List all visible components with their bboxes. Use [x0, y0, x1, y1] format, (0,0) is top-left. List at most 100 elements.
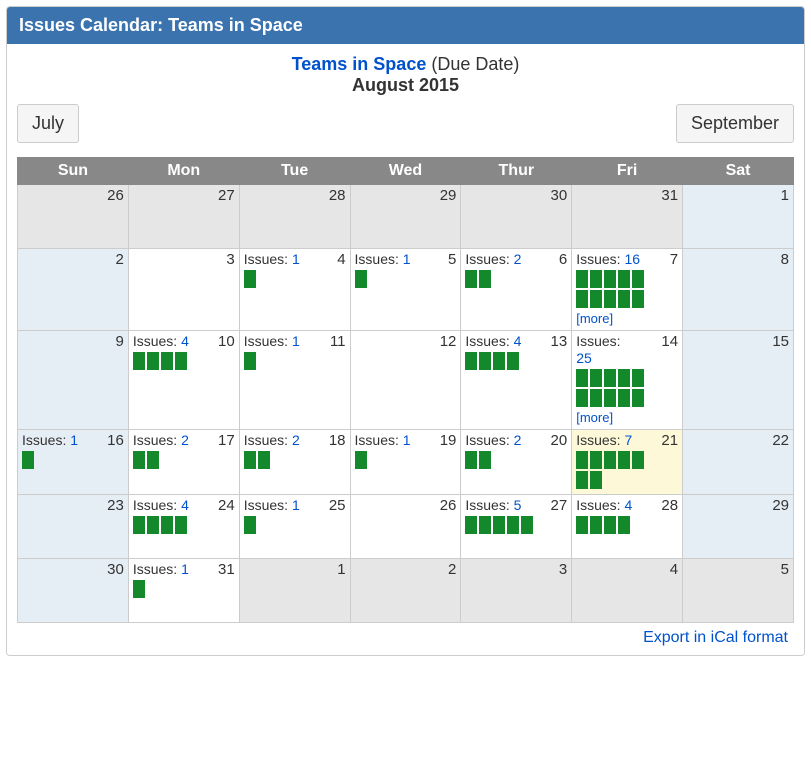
issue-block[interactable]	[590, 451, 602, 469]
calendar-cell[interactable]: Issues: 14	[239, 249, 350, 331]
calendar-cell[interactable]: 31	[572, 185, 683, 249]
issue-block[interactable]	[465, 451, 477, 469]
issues-count-link[interactable]: 1	[292, 251, 300, 267]
issue-block[interactable]	[590, 471, 602, 489]
issue-block[interactable]	[479, 270, 491, 288]
issue-block[interactable]	[507, 516, 519, 534]
issue-block[interactable]	[175, 516, 187, 534]
calendar-cell[interactable]: Issues: 218	[239, 430, 350, 495]
issue-block[interactable]	[576, 270, 588, 288]
issue-block[interactable]	[244, 270, 256, 288]
issue-block[interactable]	[133, 580, 145, 598]
issue-block[interactable]	[590, 270, 602, 288]
calendar-cell[interactable]: Issues: 527	[461, 495, 572, 559]
issue-block[interactable]	[618, 389, 630, 407]
issue-block[interactable]	[147, 352, 159, 370]
calendar-cell[interactable]: 27	[128, 185, 239, 249]
calendar-cell[interactable]: Issues: 167[more]	[572, 249, 683, 331]
issue-block[interactable]	[576, 290, 588, 308]
calendar-cell[interactable]: 30	[461, 185, 572, 249]
calendar-cell[interactable]: 26	[350, 495, 461, 559]
issue-block[interactable]	[576, 389, 588, 407]
calendar-cell[interactable]: 12	[350, 331, 461, 430]
issue-block[interactable]	[22, 451, 34, 469]
issues-count-link[interactable]: 1	[181, 561, 189, 577]
issue-block[interactable]	[632, 290, 644, 308]
calendar-cell[interactable]: Issues: 220	[461, 430, 572, 495]
issue-block[interactable]	[258, 451, 270, 469]
issue-block[interactable]	[493, 352, 505, 370]
issue-block[interactable]	[632, 389, 644, 407]
issues-count-link[interactable]: 7	[624, 432, 632, 448]
issue-block[interactable]	[161, 516, 173, 534]
issue-block[interactable]	[604, 369, 616, 387]
calendar-cell[interactable]: Issues: 424	[128, 495, 239, 559]
issues-count-link[interactable]: 4	[514, 333, 522, 349]
calendar-cell[interactable]: 29	[683, 495, 794, 559]
calendar-cell[interactable]: 2	[350, 559, 461, 623]
issues-count-link[interactable]: 1	[70, 432, 78, 448]
issue-block[interactable]	[479, 352, 491, 370]
issues-count-link[interactable]: 16	[624, 251, 640, 267]
issue-block[interactable]	[618, 369, 630, 387]
issue-block[interactable]	[618, 516, 630, 534]
calendar-cell[interactable]: Issues: 15	[350, 249, 461, 331]
issue-block[interactable]	[604, 290, 616, 308]
calendar-cell[interactable]: Issues: 131	[128, 559, 239, 623]
calendar-cell[interactable]: Issues: 119	[350, 430, 461, 495]
issues-count-link[interactable]: 2	[181, 432, 189, 448]
calendar-cell[interactable]: 3	[461, 559, 572, 623]
more-link[interactable]: [more]	[576, 311, 613, 326]
issue-block[interactable]	[133, 352, 145, 370]
calendar-cell[interactable]: 29	[350, 185, 461, 249]
issue-block[interactable]	[355, 270, 367, 288]
issue-block[interactable]	[590, 389, 602, 407]
issue-block[interactable]	[465, 352, 477, 370]
issues-count-link[interactable]: 4	[181, 497, 189, 513]
issue-block[interactable]	[479, 516, 491, 534]
issue-block[interactable]	[604, 389, 616, 407]
export-ical-link[interactable]: Export in iCal format	[643, 629, 788, 646]
issue-block[interactable]	[479, 451, 491, 469]
issue-block[interactable]	[133, 451, 145, 469]
issue-block[interactable]	[576, 451, 588, 469]
next-month-button[interactable]: September	[676, 104, 794, 143]
issue-block[interactable]	[493, 516, 505, 534]
calendar-cell[interactable]: 1	[683, 185, 794, 249]
issue-block[interactable]	[632, 270, 644, 288]
issue-block[interactable]	[147, 516, 159, 534]
calendar-cell[interactable]: Issues: 217	[128, 430, 239, 495]
calendar-cell[interactable]: 3	[128, 249, 239, 331]
issue-block[interactable]	[632, 369, 644, 387]
calendar-cell[interactable]: 5	[683, 559, 794, 623]
calendar-cell[interactable]: 15	[683, 331, 794, 430]
calendar-cell[interactable]: 8	[683, 249, 794, 331]
calendar-cell[interactable]: Issues: 721	[572, 430, 683, 495]
issue-block[interactable]	[244, 352, 256, 370]
issue-block[interactable]	[590, 369, 602, 387]
prev-month-button[interactable]: July	[17, 104, 79, 143]
calendar-cell[interactable]: 28	[239, 185, 350, 249]
issue-block[interactable]	[618, 270, 630, 288]
issue-block[interactable]	[604, 451, 616, 469]
issue-block[interactable]	[521, 516, 533, 534]
issues-count-link[interactable]: 4	[181, 333, 189, 349]
calendar-cell[interactable]: Issues: 1425[more]	[572, 331, 683, 430]
calendar-cell[interactable]: 22	[683, 430, 794, 495]
issues-count-link[interactable]: 25	[576, 350, 592, 366]
issue-block[interactable]	[576, 516, 588, 534]
calendar-cell[interactable]: 9	[18, 331, 129, 430]
issue-block[interactable]	[618, 290, 630, 308]
issue-block[interactable]	[576, 471, 588, 489]
issues-count-link[interactable]: 4	[624, 497, 632, 513]
issue-block[interactable]	[355, 451, 367, 469]
issue-block[interactable]	[147, 451, 159, 469]
issues-count-link[interactable]: 2	[514, 251, 522, 267]
issue-block[interactable]	[244, 451, 256, 469]
issue-block[interactable]	[161, 352, 173, 370]
calendar-cell[interactable]: 23	[18, 495, 129, 559]
calendar-cell[interactable]: Issues: 111	[239, 331, 350, 430]
calendar-cell[interactable]: 2	[18, 249, 129, 331]
more-link[interactable]: [more]	[576, 410, 613, 425]
issues-count-link[interactable]: 1	[403, 251, 411, 267]
